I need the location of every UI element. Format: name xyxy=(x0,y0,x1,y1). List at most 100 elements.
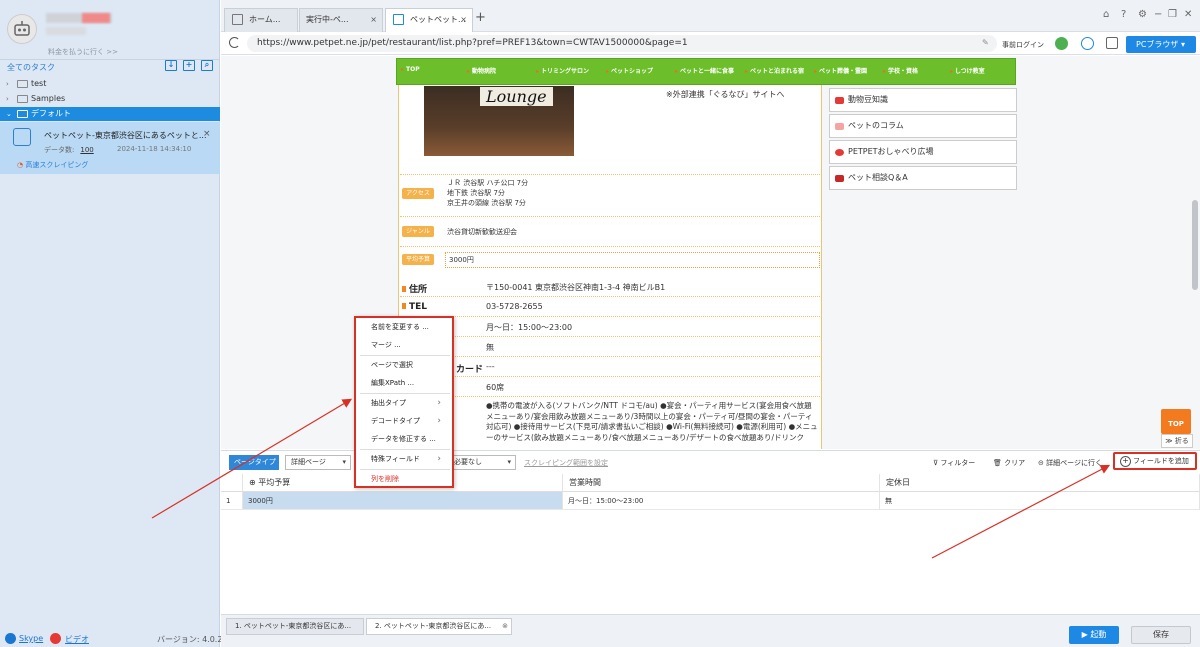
site-nav-item[interactable]: ペットと一緒に食事 xyxy=(675,66,734,75)
divider xyxy=(400,246,820,247)
address-value[interactable]: 〒150-0041 東京都渋谷区神南1-3-4 神南ビルB1 xyxy=(486,282,665,293)
gift-icon[interactable]: ⌂ xyxy=(1103,9,1109,20)
menu-merge[interactable]: マージ ... xyxy=(371,336,451,354)
settings-icon[interactable]: ⚙ xyxy=(1138,9,1147,20)
robot-avatar-icon xyxy=(14,21,30,36)
right-link-trivia[interactable]: 動物豆知識 xyxy=(829,88,1017,112)
edit-url-icon[interactable]: ✎ xyxy=(982,38,989,47)
filter-button[interactable]: ⊽ フィルター xyxy=(933,458,975,468)
fast-scraping-label: ◔ 高速スクレイピング xyxy=(17,160,88,170)
data-count-value[interactable]: 100 xyxy=(80,146,93,154)
page-type-select[interactable]: 詳細ページ xyxy=(285,455,351,470)
minimize-icon[interactable]: − xyxy=(1154,9,1162,20)
pc-browser-select[interactable]: PCブラウザ ▾ xyxy=(1126,36,1196,53)
avatar[interactable] xyxy=(7,14,37,44)
extension-icon[interactable] xyxy=(1055,37,1068,50)
skype-link[interactable]: Skype xyxy=(19,634,43,643)
right-link-column[interactable]: ペットのコラム xyxy=(829,114,1017,138)
tree-item-test[interactable]: › test xyxy=(0,77,220,91)
tree-item-samples[interactable]: › Samples xyxy=(0,92,220,106)
site-nav-item[interactable]: ペットと泊まれる宿 xyxy=(745,66,804,75)
cookie-icon[interactable] xyxy=(1106,37,1118,49)
new-task-icon[interactable]: + xyxy=(183,60,195,71)
go-detail-label: 詳細ページに行く xyxy=(1046,459,1102,467)
menu-extract-type[interactable]: 抽出タイプ xyxy=(371,394,451,412)
restore-icon[interactable]: ❐ xyxy=(1168,9,1177,20)
grid-header-holiday[interactable]: 定休日 xyxy=(880,474,1200,492)
menu-decode-type[interactable]: デコードタイプ xyxy=(371,412,451,430)
close-icon[interactable]: × xyxy=(203,129,211,139)
right-link-qa[interactable]: ペット相談Q＆A xyxy=(829,166,1017,190)
start-button[interactable]: ▶ 起動 xyxy=(1069,626,1119,644)
add-field-button[interactable]: フィールドを追加 xyxy=(1113,452,1197,470)
close-icon[interactable]: ⊗ xyxy=(502,619,508,634)
page-scrollbar[interactable] xyxy=(1192,200,1198,290)
menu-edit-xpath[interactable]: 編集XPath ... xyxy=(371,374,451,392)
menu-delete-column[interactable]: 列を削除 xyxy=(371,470,451,488)
grid-cell-budget[interactable]: 3000円 xyxy=(243,492,563,510)
search-task-icon[interactable]: ⌕ xyxy=(201,60,213,71)
pre-login-button[interactable]: 事前ログイン xyxy=(1002,40,1044,50)
video-icon[interactable] xyxy=(50,633,61,644)
hours-value[interactable]: 月～日：15:00～23:00 xyxy=(486,322,572,333)
menu-rename[interactable]: 名前を変更する ... xyxy=(371,318,451,336)
grid-cell-holiday[interactable]: 無 xyxy=(880,492,1200,510)
task-tab-1[interactable]: 1. ペットペット-東京都渋谷区にあ... xyxy=(226,618,364,635)
video-link[interactable]: ビデオ xyxy=(65,634,89,645)
tab-running[interactable]: 実行中-ペ... × xyxy=(299,8,383,32)
tel-value[interactable]: 03-5728-2655 xyxy=(486,302,543,311)
site-nav-item[interactable]: ペットショップ xyxy=(606,66,653,75)
import-task-icon[interactable]: ↓ xyxy=(165,60,177,71)
new-tab-icon[interactable]: + xyxy=(475,10,486,25)
go-detail-button[interactable]: ⊝ 詳細ページに行く xyxy=(1038,458,1102,468)
divider xyxy=(400,174,820,175)
grid-cell-hours[interactable]: 月～日：15:00～23:00 xyxy=(563,492,880,510)
tree-item-default[interactable]: ⌄ デフォルト xyxy=(0,107,220,121)
card-value[interactable]: --- xyxy=(486,362,495,371)
grid-header-hours[interactable]: 営業時間 xyxy=(563,474,880,492)
site-nav-item[interactable]: TOP xyxy=(401,66,420,73)
card-label: カード xyxy=(456,365,484,375)
right-link-forum[interactable]: PETPETおしゃべり広場 xyxy=(829,140,1017,164)
reload-icon[interactable] xyxy=(229,37,240,48)
site-nav-item[interactable]: トリミングサロン xyxy=(536,66,589,75)
site-nav-item[interactable]: 学校・資格 xyxy=(883,66,918,75)
folder-open-icon xyxy=(17,110,28,118)
clear-button[interactable]: 🗑 クリア xyxy=(993,458,1025,468)
back-to-top-button[interactable]: TOP xyxy=(1161,409,1191,434)
site-nav-item[interactable]: しつけ教室 xyxy=(950,66,985,75)
address-label: 住所 xyxy=(402,282,427,295)
folder-icon xyxy=(17,95,28,103)
budget-value-selected[interactable]: 3000円 xyxy=(445,252,820,268)
seats-value[interactable]: 60席 xyxy=(486,382,504,393)
tab-label: ペットペット... xyxy=(410,15,466,24)
window-close-icon[interactable]: ✕ xyxy=(1184,9,1192,20)
help-icon[interactable]: ? xyxy=(1121,9,1126,20)
fold-button[interactable]: ≫ 折る xyxy=(1161,434,1193,448)
menu-special-field[interactable]: 特殊フィールド xyxy=(371,450,451,468)
url-text[interactable]: https://www.petpet.ne.jp/pet/restaurant/… xyxy=(257,38,688,48)
save-button[interactable]: 保存 xyxy=(1131,626,1191,644)
scrape-range-link[interactable]: スクレイピング範囲を設定 xyxy=(524,458,608,468)
menu-select-on-page[interactable]: ページで選択 xyxy=(371,356,451,374)
holiday-value[interactable]: 無 xyxy=(486,342,494,353)
all-tasks-title[interactable]: 全てのタスク xyxy=(7,62,55,73)
tab-petpet[interactable]: ペットペット... × xyxy=(385,8,473,32)
genre-text: 渋谷貸切新歓歓送迎会 xyxy=(447,228,517,236)
gurunavi-link[interactable]: ※外部連携「ぐるなび」サイトへ xyxy=(666,89,785,100)
tab-home[interactable]: ホーム... xyxy=(224,8,298,32)
user-agent-icon[interactable] xyxy=(1081,37,1094,50)
site-nav-item[interactable]: 動物病院 xyxy=(467,66,496,75)
divider xyxy=(400,336,820,337)
right-link-label: 動物豆知識 xyxy=(848,95,888,104)
close-icon[interactable]: × xyxy=(460,9,467,31)
skype-icon[interactable] xyxy=(5,633,16,644)
pagination-select[interactable]: 必要なし xyxy=(450,455,516,470)
menu-fix-data[interactable]: データを修正する ... xyxy=(371,430,451,448)
close-icon[interactable]: × xyxy=(370,9,377,31)
facilities-text[interactable]: ●携帯の電波が入る(ソフトバンク/NTT ドコモ/au) ●宴会・パーティ用サー… xyxy=(486,401,818,448)
task-name[interactable]: ペットペット-東京都渋谷区にあるペットと... xyxy=(44,130,207,141)
pay-link[interactable]: 料金を払うに行く >> xyxy=(48,47,118,57)
site-nav-item[interactable]: ペット葬儀・霊園 xyxy=(814,66,867,75)
task-tab-2[interactable]: 2. ペットペット-東京都渋谷区にあ... ⊗ xyxy=(366,618,512,635)
